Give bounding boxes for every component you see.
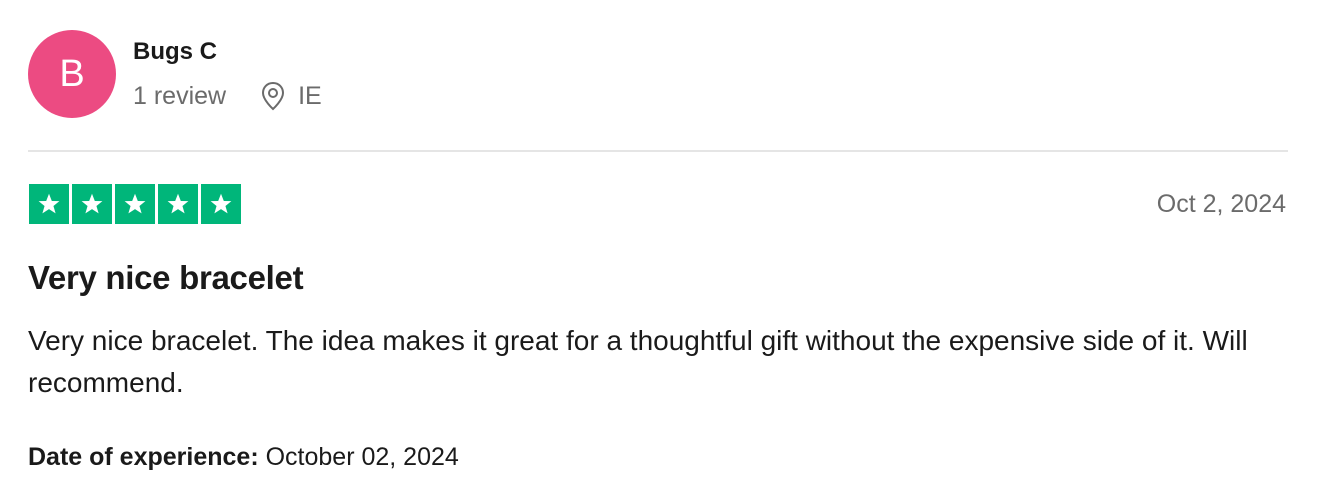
review-card: B Bugs C 1 review IE Oct 2, 2024 Very ni… [0, 0, 1320, 494]
map-pin-icon [260, 81, 286, 111]
reviewer-location: IE [260, 81, 322, 111]
review-date: Oct 2, 2024 [1156, 190, 1286, 218]
divider [28, 150, 1288, 152]
star-rating [29, 184, 241, 224]
reviewer-meta: 1 review IE [133, 80, 322, 112]
avatar-initial: B [59, 53, 85, 95]
review-count: 1 review [133, 81, 227, 110]
star-icon [115, 184, 155, 224]
star-icon [72, 184, 112, 224]
date-of-experience: Date of experience: October 02, 2024 [28, 441, 459, 473]
star-icon [158, 184, 198, 224]
review-body: Very nice bracelet. The idea makes it gr… [28, 325, 1248, 398]
reviewer-name[interactable]: Bugs C [133, 38, 217, 66]
star-icon [201, 184, 241, 224]
review-title[interactable]: Very nice bracelet [28, 258, 304, 298]
avatar[interactable]: B [28, 30, 116, 118]
country-code: IE [298, 81, 322, 110]
star-icon [29, 184, 69, 224]
experience-date: October 02, 2024 [265, 443, 459, 471]
experience-label: Date of experience: [28, 443, 259, 471]
